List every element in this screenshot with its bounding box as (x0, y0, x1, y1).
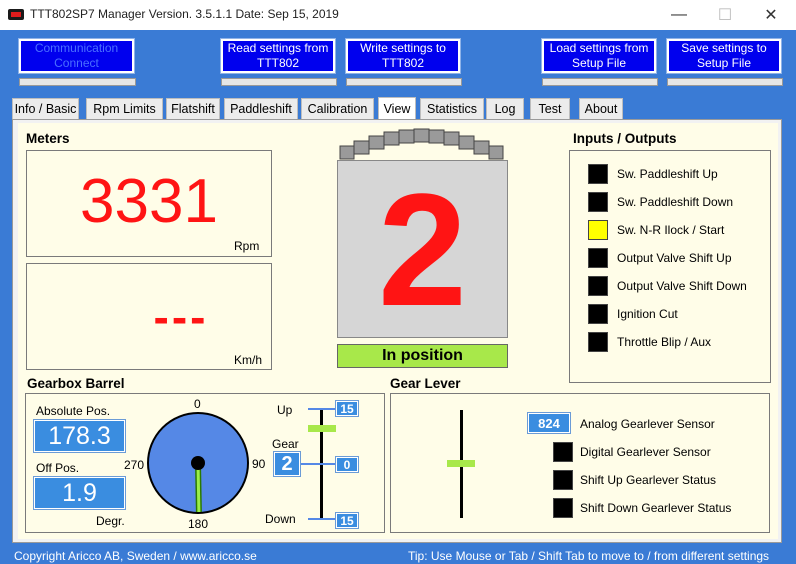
digital-gearlever-indicator (553, 442, 573, 462)
shift-up-gearlever-indicator (553, 470, 573, 490)
io-label: Sw. Paddleshift Up (617, 167, 718, 181)
gear-status-badge: In position (337, 344, 508, 368)
write-progress-bar (346, 78, 462, 86)
tab-about[interactable]: About (579, 98, 623, 119)
io-indicator (588, 192, 608, 212)
communication-connect-button[interactable]: Communication Connect (18, 38, 135, 74)
analog-gearlever-value: 824 (527, 412, 571, 434)
tab-rpm-limits[interactable]: Rpm Limits (86, 98, 163, 119)
shift-slider-marker[interactable] (308, 425, 336, 432)
degr-label: Degr. (96, 514, 125, 528)
shift-down-gearlever-label: Shift Down Gearlever Status (580, 501, 732, 515)
down-label: Down (265, 512, 296, 526)
up-threshold-line (308, 408, 338, 410)
tab-statistics[interactable]: Statistics (420, 98, 484, 119)
io-label: Throttle Blip / Aux (617, 335, 712, 349)
gear-shift-arc-icon (339, 128, 504, 160)
off-pos-label: Off Pos. (36, 461, 80, 475)
gear-lever-heading: Gear Lever (390, 376, 461, 391)
io-label: Sw. N-R Ilock / Start (617, 223, 725, 237)
dial-label-top: 0 (194, 397, 201, 411)
dial-label-left: 270 (124, 458, 145, 472)
shift-down-gearlever-indicator (553, 498, 573, 518)
tab-info-basic[interactable]: Info / Basic (12, 98, 79, 119)
up-label: Up (277, 403, 293, 417)
gearbox-barrel-heading: Gearbox Barrel (27, 376, 125, 391)
load-settings-button[interactable]: Load settings from Setup File (541, 38, 657, 74)
meters-heading: Meters (26, 131, 70, 146)
write-settings-button[interactable]: Write settings to TTT802 (345, 38, 461, 74)
app-logo-icon (8, 9, 24, 20)
load-progress-bar (542, 78, 658, 86)
tab-view[interactable]: View (378, 97, 416, 120)
shift-up-gearlever-label: Shift Up Gearlever Status (580, 473, 717, 487)
io-indicator (588, 276, 608, 296)
tab-flatshift[interactable]: Flatshift (166, 98, 220, 119)
barrel-dial (147, 412, 249, 514)
io-indicator (588, 332, 608, 352)
io-label: Ignition Cut (617, 307, 678, 321)
io-label: Output Valve Shift Up (617, 251, 732, 265)
io-indicator (588, 164, 608, 184)
save-settings-button[interactable]: Save settings to Setup File (666, 38, 782, 74)
tip-text: Tip: Use Mouse or Tab / Shift Tab to mov… (408, 549, 770, 563)
io-indicator (588, 304, 608, 324)
gear-label: Gear (272, 437, 299, 451)
analog-gearlever-label: Analog Gearlever Sensor (580, 417, 715, 431)
gear-center-line (300, 463, 336, 465)
copyright-text: Copyright Aricco AB, Sweden / www.aricco… (14, 549, 257, 563)
gear-lever-marker (447, 460, 475, 467)
rpm-value: 3331 (80, 167, 218, 236)
save-progress-bar (667, 78, 783, 86)
tab-test[interactable]: Test (530, 98, 570, 119)
dial-label-bottom: 180 (188, 517, 209, 531)
speed-value: --- (153, 291, 209, 343)
gear-offset-value: 0 (335, 456, 359, 473)
io-indicator (588, 248, 608, 268)
window-title: TTT802SP7 Manager Version. 3.5.1.1 Date:… (30, 7, 339, 21)
io-label: Sw. Paddleshift Down (617, 195, 734, 209)
io-heading: Inputs / Outputs (573, 131, 677, 146)
down-value: 15 (335, 512, 359, 529)
communication-status-bar (19, 78, 136, 86)
current-gear-value: 2 (273, 451, 301, 477)
speed-unit: Km/h (234, 353, 263, 367)
tab-log[interactable]: Log (486, 98, 524, 119)
down-threshold-line (308, 518, 338, 520)
close-button[interactable]: ✕ (748, 0, 794, 30)
rpm-unit: Rpm (234, 239, 260, 253)
off-pos-value: 1.9 (33, 476, 126, 510)
up-value: 15 (335, 400, 359, 417)
gear-number: 2 (378, 160, 467, 339)
digital-gearlever-label: Digital Gearlever Sensor (580, 445, 711, 459)
maximize-button[interactable]: ☐ (702, 0, 748, 30)
tab-calibration[interactable]: Calibration (301, 98, 374, 119)
io-indicator (588, 220, 608, 240)
io-label: Output Valve Shift Down (617, 279, 747, 293)
absolute-pos-label: Absolute Pos. (36, 404, 111, 418)
read-progress-bar (221, 78, 337, 86)
minimize-button[interactable]: — (656, 0, 702, 30)
read-settings-button[interactable]: Read settings from TTT802 (220, 38, 336, 74)
absolute-pos-value: 178.3 (33, 419, 126, 453)
tab-paddleshift[interactable]: Paddleshift (224, 98, 298, 119)
dial-label-right: 90 (252, 457, 266, 471)
